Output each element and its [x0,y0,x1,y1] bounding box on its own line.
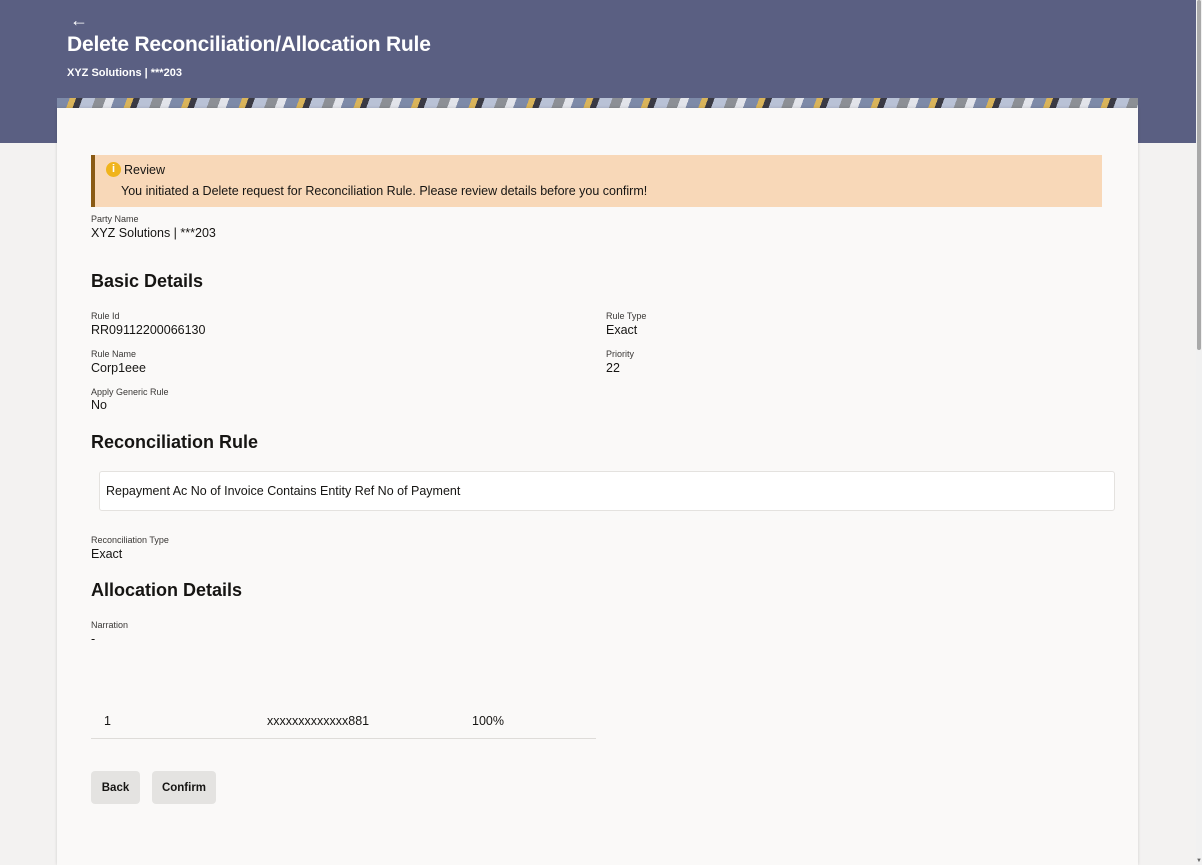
reconciliation-type-label: Reconciliation Type [91,535,169,545]
rule-name-label: Rule Name [91,349,137,359]
party-name-label: Party Name [91,214,139,224]
apply-generic-rule-value: No [91,398,107,412]
rule-name-value: Corp1eee [91,361,146,375]
review-title: Review [124,163,165,177]
rule-id-value: RR09112200066130 [91,323,206,337]
allocation-sequence: 1 [104,714,111,728]
allocation-account: xxxxxxxxxxxxx881 [267,714,370,728]
review-message: You initiated a Delete request for Recon… [121,184,648,198]
reconciliation-rule-text: Repayment Ac No of Invoice Contains Enti… [106,484,461,498]
narration-value: - [91,632,96,646]
apply-generic-rule-label: Apply Generic Rule [91,387,169,397]
table-row: 1 xxxxxxxxxxxxx881 100% [91,704,596,739]
back-button[interactable]: Back [91,771,140,804]
reconciliation-rule-title: Reconciliation Rule [91,432,259,452]
arrow-left-icon[interactable]: ← [70,10,92,30]
priority-value: 22 [606,361,620,375]
party-name-value: XYZ Solutions | ***203 [91,226,216,240]
allocation-details-title: Allocation Details [91,580,243,600]
confirm-button[interactable]: Confirm [152,771,216,804]
decorative-pattern-strip [57,98,1138,108]
scrollbar[interactable]: ▼ [1196,0,1202,865]
review-banner: i Review You initiated a Delete request … [91,155,1102,207]
priority-label: Priority [606,349,635,359]
rule-type-label: Rule Type [606,311,647,321]
reconciliation-type-value: Exact [91,547,123,561]
scroll-down-arrow-icon[interactable]: ▼ [1196,857,1202,865]
info-icon: i [106,162,121,177]
rule-type-value: Exact [606,323,638,337]
page-subtitle: XYZ Solutions | ***203 [67,67,182,79]
basic-details-title: Basic Details [91,271,204,291]
allocation-percentage: 100% [472,714,504,728]
scrollbar-thumb[interactable] [1197,0,1201,350]
page-title: Delete Reconciliation/Allocation Rule [67,33,431,56]
narration-label: Narration [91,620,129,630]
reconciliation-rule-box: Repayment Ac No of Invoice Contains Enti… [99,471,1115,511]
rule-id-label: Rule Id [91,311,120,321]
